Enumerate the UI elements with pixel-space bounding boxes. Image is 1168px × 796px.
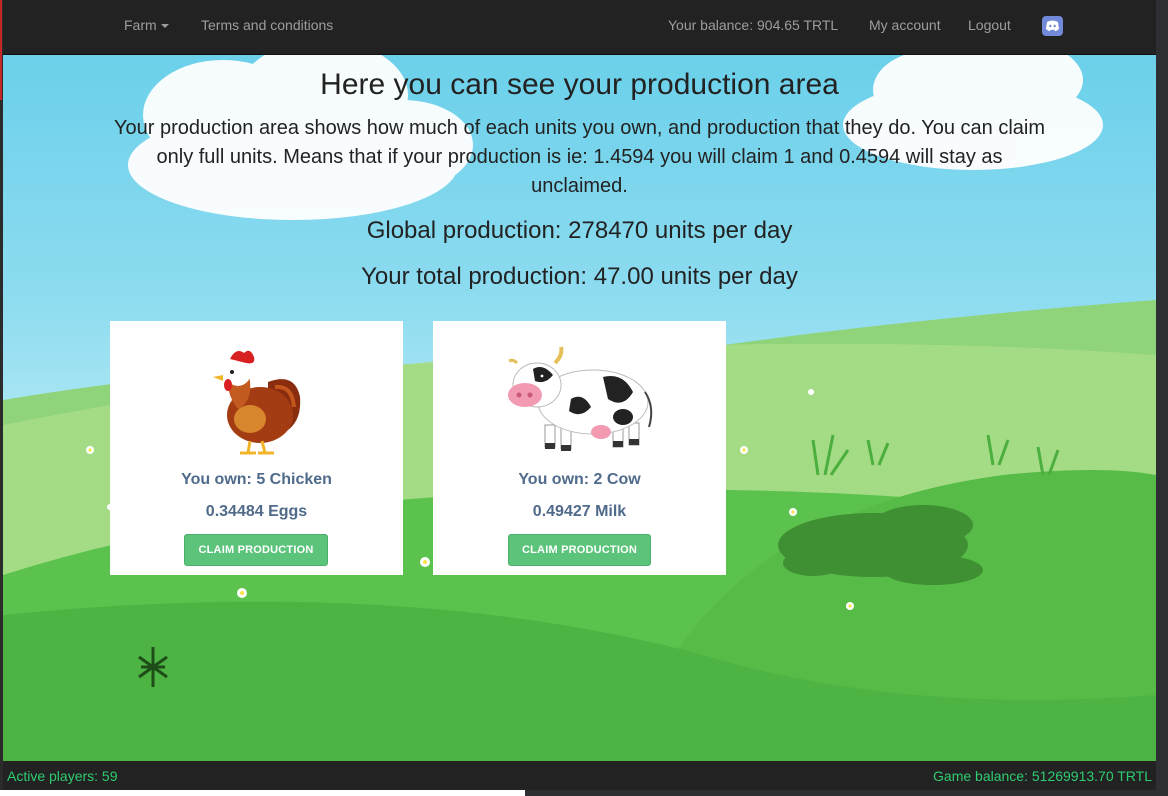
intro-text: Your production area shows how much of e…: [114, 117, 1045, 197]
my-account-link[interactable]: My account: [869, 16, 941, 34]
navbar: Farm Terms and conditions Your balance: …: [3, 0, 1156, 55]
units-owned-chicken: You own: 5 Chicken: [181, 471, 332, 488]
claim-production-button[interactable]: CLAIM PRODUCTION: [184, 534, 328, 566]
discord-icon[interactable]: [1042, 16, 1063, 36]
production-content: Here you can see your production area Yo…: [3, 55, 1156, 761]
background-edge: [0, 0, 2, 100]
caret-down-icon: [160, 24, 169, 29]
desktop-panel: [0, 790, 525, 796]
unit-card-chicken: You own: 5 Chicken 0.34484 Eggs CLAIM PR…: [110, 321, 403, 575]
total-production: Your total production: 47.00 units per d…: [361, 263, 798, 290]
game-balance: Game balance: 51269913.70 TRTL: [933, 768, 1152, 784]
production-amount-milk: 0.49427 Milk: [532, 503, 627, 520]
farm-dropdown-label: Farm: [124, 17, 157, 33]
game-window: Farm Terms and conditions Your balance: …: [3, 0, 1156, 790]
farm-scene: Here you can see your production area Yo…: [3, 55, 1156, 761]
terms-link[interactable]: Terms and conditions: [201, 16, 333, 34]
balance-text: Your balance: 904.65 TRTL: [668, 17, 839, 33]
units-owned-cow: You own: 2 Cow: [518, 471, 641, 488]
farm-dropdown[interactable]: Farm: [124, 16, 169, 34]
production-amount-eggs: 0.34484 Eggs: [205, 503, 308, 520]
footer: Active players: 59 Game balance: 5126991…: [3, 761, 1156, 790]
active-players: Active players: 59: [7, 768, 118, 784]
page-title: Here you can see your production area: [320, 68, 839, 101]
unit-card-cow: You own: 2 Cow 0.49427 Milk CLAIM PRODUC…: [433, 321, 726, 575]
logout-link[interactable]: Logout: [968, 16, 1011, 34]
background-window: [1156, 0, 1168, 796]
claim-production-button[interactable]: CLAIM PRODUCTION: [508, 534, 651, 566]
global-production: Global production: 278470 units per day: [366, 217, 793, 244]
chicken-icon: [213, 350, 301, 455]
cow-icon: [508, 346, 653, 451]
